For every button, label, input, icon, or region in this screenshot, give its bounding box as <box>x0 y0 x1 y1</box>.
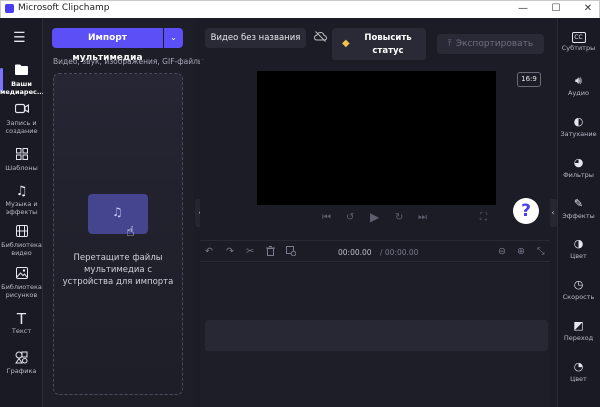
nav-image-library[interactable]: Библиотека рисунков <box>0 267 43 299</box>
clipchamp-logo-icon <box>5 4 14 13</box>
diamond-icon: ◆ <box>342 38 350 49</box>
zoom-out-icon[interactable]: ⊖ <box>498 246 506 257</box>
nav-graphics[interactable]: Графика <box>0 351 43 376</box>
video-preview-canvas[interactable] <box>257 71 496 205</box>
hamburger-menu-icon[interactable]: ☰ <box>13 30 26 46</box>
chevron-down-icon: ⌄ <box>170 33 177 42</box>
templates-icon <box>0 148 43 164</box>
upload-icon: ⤒ <box>447 39 452 49</box>
fade-icon: ◐ <box>573 115 584 128</box>
undo-icon[interactable]: ↶ <box>205 246 213 257</box>
fit-timeline-icon[interactable]: ⤡ <box>537 246 545 257</box>
redo-icon[interactable]: ↷ <box>226 246 234 257</box>
skip-forward-icon[interactable]: ⏭ <box>418 212 427 223</box>
hand-cursor-icon: ☝ <box>126 224 135 240</box>
film-icon <box>0 225 43 241</box>
panel-transition[interactable]: ◩ Переход <box>557 318 600 342</box>
import-dropdown-button[interactable]: ⌄ <box>164 28 183 48</box>
media-drop-zone[interactable] <box>53 73 183 395</box>
nav-text[interactable]: T Текст <box>0 311 43 336</box>
current-time: 00:00.00 <box>338 248 372 257</box>
play-icon[interactable]: ▶ <box>370 210 379 224</box>
help-button[interactable]: ? <box>513 198 539 224</box>
panel-audio[interactable]: 🔊︎ Аудио <box>557 73 600 97</box>
window-title: Microsoft Clipchamp <box>18 3 110 13</box>
skip-back-icon[interactable]: ⏮ <box>322 212 331 223</box>
image-icon <box>0 267 43 283</box>
transition-icon: ◩ <box>573 319 584 332</box>
drop-instructions: Перетащите файлы мультимедиа с устройств… <box>62 253 174 287</box>
graphics-icon <box>0 351 43 367</box>
captions-icon: CC <box>557 28 600 43</box>
close-button[interactable]: ✕ <box>581 2 595 16</box>
color-icon: ◑ <box>573 237 584 250</box>
upgrade-label: Повысить статус <box>364 33 412 56</box>
folder-icon <box>0 64 43 80</box>
music-icon: ♫ <box>15 184 28 199</box>
nav-templates[interactable]: Шаблоны <box>0 148 43 173</box>
panel-fade[interactable]: ◐ Затухание <box>557 114 600 138</box>
panel-filters[interactable]: ◕ Фильтры <box>557 155 600 179</box>
nav-record-create[interactable]: Запись и создание <box>0 103 43 135</box>
import-hint: Видео, звук, изображения, GIF-файлы <box>53 57 204 66</box>
filters-icon: ◕ <box>573 156 584 169</box>
speaker-icon: 🔊︎ <box>575 74 582 87</box>
palette-icon: ◔ <box>573 360 584 373</box>
panel-effects[interactable]: ✎ Эффекты <box>557 196 600 220</box>
delete-icon[interactable] <box>266 246 275 259</box>
total-time: / 00:00.00 <box>380 248 419 257</box>
rewind-5s-icon[interactable]: ↺ <box>346 212 354 223</box>
export-button[interactable]: ⤒ Экспортировать <box>437 34 544 54</box>
maximize-button[interactable]: ☐ <box>549 2 563 16</box>
nav-music-effects[interactable]: ♫ Музыка и эффекты <box>0 184 43 216</box>
chevron-left-icon: ‹ <box>551 208 555 217</box>
panel-captions[interactable]: CC Субтитры <box>557 28 600 52</box>
effects-icon: ✎ <box>573 197 584 210</box>
minimize-button[interactable]: — <box>516 2 530 16</box>
speed-icon: ◷ <box>573 278 584 291</box>
panel-speed[interactable]: ◷ Скорость <box>557 277 600 301</box>
forward-5s-icon[interactable]: ↻ <box>395 212 403 223</box>
cloud-sync-off-icon[interactable] <box>313 31 328 45</box>
text-icon: T <box>16 310 27 328</box>
nav-your-media[interactable]: Ваши медиарес... <box>0 64 44 96</box>
camera-icon <box>0 103 43 119</box>
split-scissors-icon[interactable]: ✂ <box>246 246 254 257</box>
fullscreen-icon[interactable]: ⛶ <box>480 212 487 223</box>
timeline-track[interactable] <box>205 320 548 351</box>
music-note-icon: ♫ <box>112 205 123 219</box>
project-title-field[interactable]: Видео без названия <box>205 28 306 48</box>
panel-color-adjust[interactable]: ◑ Цвет <box>557 236 600 260</box>
panel-color[interactable]: ◔ Цвет <box>557 359 600 383</box>
nav-video-library[interactable]: Библиотека видео <box>0 225 43 257</box>
import-media-button[interactable]: Импорт мультимедиа <box>52 28 163 63</box>
add-to-media-icon[interactable] <box>286 246 297 259</box>
zoom-in-icon[interactable]: ⊕ <box>517 246 525 257</box>
aspect-ratio-button[interactable]: 16:9 <box>517 72 541 87</box>
